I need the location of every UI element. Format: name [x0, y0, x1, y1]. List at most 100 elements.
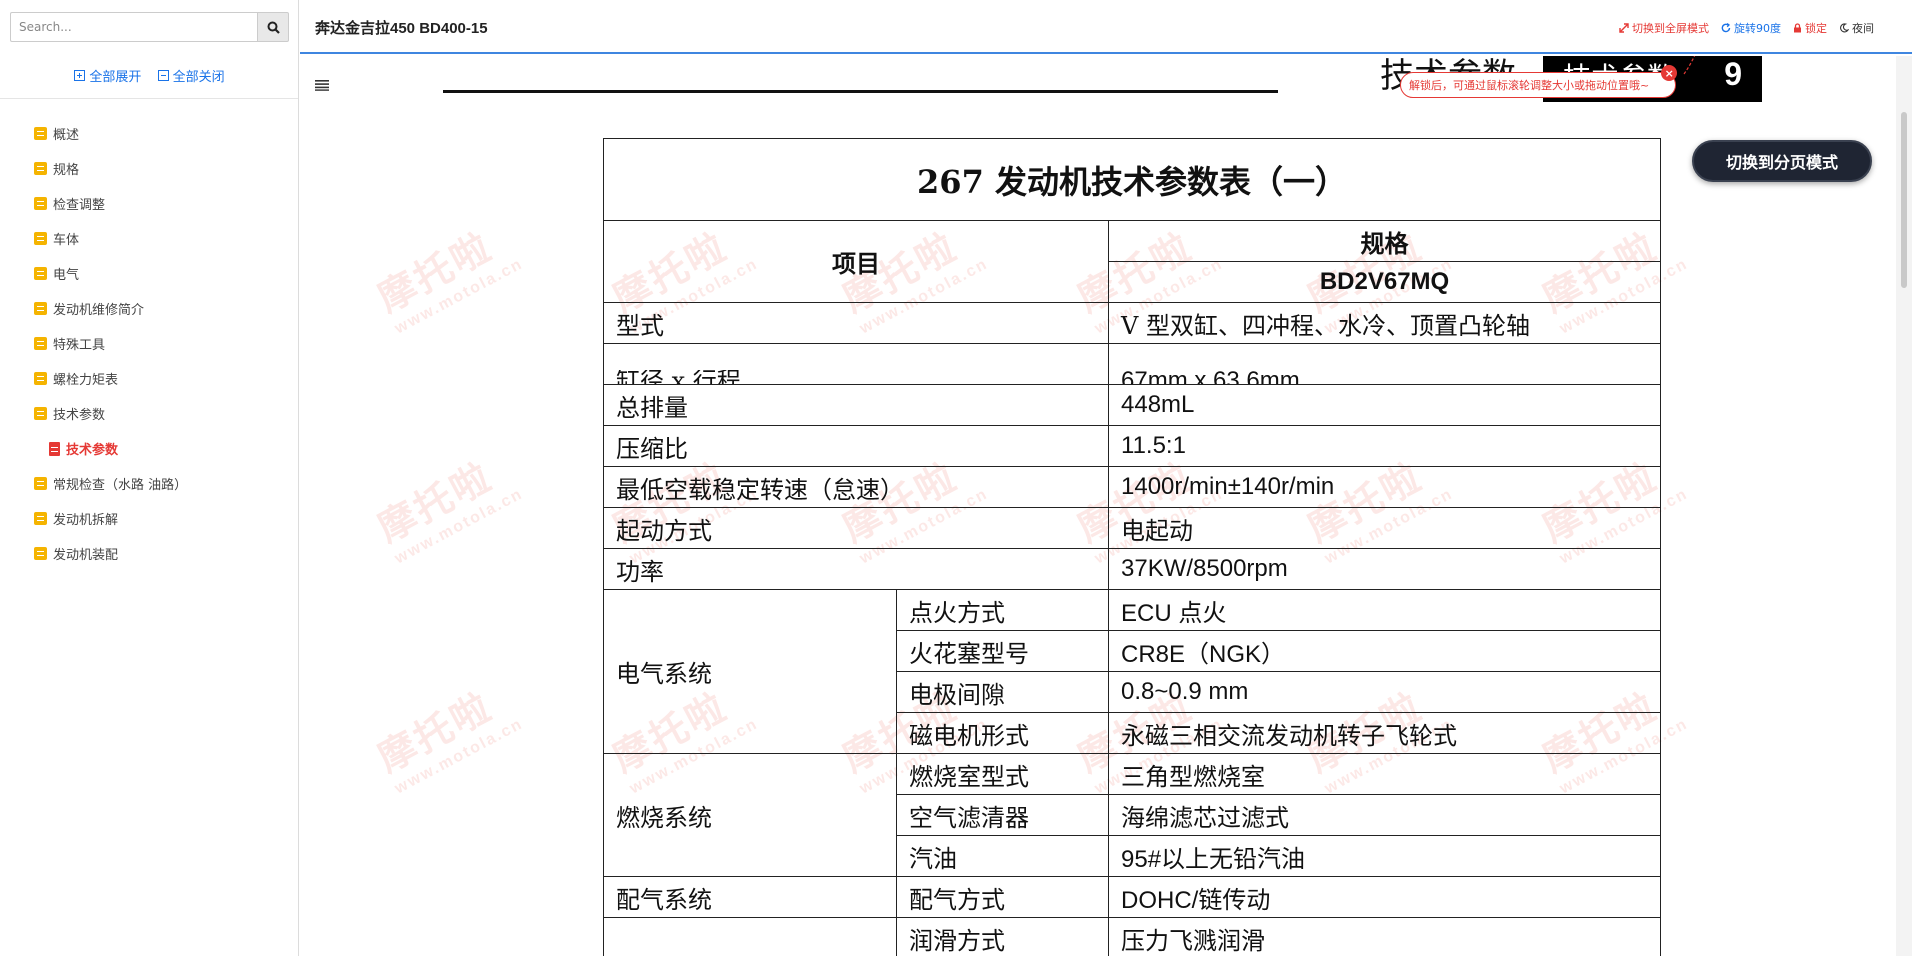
table-row: 型式 V 型双缸、四冲程、水冷、顶置凸轮轴: [603, 302, 1662, 344]
tooltip-pointer-icon: [1683, 56, 1696, 75]
watermark: 摩托啦 www.motola.cn: [371, 455, 527, 568]
document-viewer[interactable]: 摩托啦 www.motola.cn 摩托啦 www.motola.cn 摩托啦 www…: [300, 56, 1896, 956]
tree-item-electrical[interactable]: 电气: [34, 256, 187, 291]
search-button[interactable]: [257, 12, 289, 42]
row-label: 最低空载稳定转速（怠速）: [603, 466, 1109, 508]
unlock-tooltip: 解锁后，可通过鼠标滚轮调整大小或拖动位置哦~ ×: [1400, 65, 1678, 98]
search-input[interactable]: [10, 12, 257, 42]
table-row: 缸径 x 行程 67mm x 63.6mm: [603, 343, 1662, 385]
table-row: 燃烧系统 燃烧室型式 三角型燃烧室: [603, 753, 1662, 877]
watermark: 摩托啦 www.motola.cn: [371, 225, 527, 338]
search-box: [10, 12, 289, 42]
tree-item-tech-params[interactable]: 技术参数: [34, 396, 187, 431]
folder-icon: [34, 232, 47, 245]
row-value: 三角型燃烧室: [1107, 753, 1662, 795]
expand-all-button[interactable]: 全部展开: [74, 66, 141, 85]
rotate-button[interactable]: 旋转90度: [1721, 20, 1781, 36]
tree-item-engine-intro[interactable]: 发动机维修简介: [34, 291, 187, 326]
tree-item-label: 技术参数: [53, 408, 106, 423]
row-label: 火花塞型号: [896, 630, 1109, 672]
table-row: 压缩比 11.5:1: [603, 425, 1662, 467]
plus-square-icon: [74, 70, 86, 81]
tree-item-specs[interactable]: 规格: [34, 151, 187, 186]
model-code: BD2V67MQ: [1107, 261, 1662, 303]
row-value: 95#以上无铅汽油: [1107, 835, 1662, 877]
engine-spec-table: 267 发动机技术参数表（一） 项目 规格 BD2V67MQ 型式 V 型双缸、…: [602, 138, 1662, 956]
row-label: 空气滤清器: [896, 794, 1109, 836]
row-label: 润滑方式: [896, 917, 1109, 956]
folder-icon: [34, 372, 47, 385]
row-value: 海绵滤芯过滤式: [1107, 794, 1662, 836]
tree-item-routine-check[interactable]: 常规检查（水路 油路）: [34, 466, 187, 501]
lock-icon: [1794, 23, 1801, 33]
rotate-icon: [1721, 23, 1731, 33]
row-value: 压力飞溅润滑: [1107, 917, 1662, 956]
sidebar: 全部展开 全部关闭 概述 规格 检查调整 车体 电气 发动机维修简介 特殊工具 …: [0, 0, 299, 956]
expand-arrows-icon: [1619, 23, 1629, 33]
collapse-all-button[interactable]: 全部关闭: [157, 66, 225, 85]
row-value: DOHC/链传动: [1107, 876, 1662, 918]
tooltip-close-button[interactable]: ×: [1661, 65, 1678, 81]
row-label: 缸径 x 行程: [616, 370, 741, 385]
night-mode-button[interactable]: 夜间: [1839, 20, 1874, 36]
page-title: 奔达金吉拉450 BD400-15: [315, 20, 488, 37]
tree-item-label: 发动机维修简介: [53, 303, 145, 318]
tree-item-label: 发动机装配: [53, 548, 119, 563]
row-label: 功率: [603, 548, 1109, 590]
chapter-tree: 概述 规格 检查调整 车体 电气 发动机维修简介 特殊工具 螺栓力矩表 技术参数…: [34, 116, 187, 571]
header-actions: 切换到全屏模式 旋转90度 锁定 夜间: [1607, 20, 1874, 36]
row-value: ECU 点火: [1107, 589, 1662, 631]
close-icon: ×: [1664, 66, 1674, 80]
top-header: 奔达金吉拉450 BD400-15 切换到全屏模式 旋转90度 锁定 夜间: [300, 0, 1912, 54]
night-mode-label: 夜间: [1852, 22, 1874, 35]
toggle-sidebar-button[interactable]: [315, 76, 329, 95]
group-label: 燃烧系统: [603, 753, 897, 877]
folder-icon: [34, 162, 47, 175]
folder-icon: [34, 547, 47, 560]
lock-button[interactable]: 锁定: [1793, 20, 1827, 36]
scrollbar-thumb[interactable]: [1901, 112, 1907, 288]
tree-item-label: 螺栓力矩表: [53, 373, 119, 388]
tree-item-label: 特殊工具: [53, 338, 106, 353]
tree-item-overview[interactable]: 概述: [34, 116, 187, 151]
folder-icon: [34, 127, 47, 140]
tree-item-torque[interactable]: 螺栓力矩表: [34, 361, 187, 396]
tree-item-assembly[interactable]: 发动机装配: [34, 536, 187, 571]
group-label: 配气系统: [603, 876, 897, 918]
row-value: 37KW/8500rpm: [1107, 548, 1662, 590]
folder-icon: [34, 197, 47, 210]
page-header-rule: [443, 90, 1278, 93]
table-row: 电气系统 点火方式 ECU 点火: [603, 589, 1662, 754]
row-label: 燃烧室型式: [896, 753, 1109, 795]
tree-item-body[interactable]: 车体: [34, 221, 187, 256]
row-label: 型式: [603, 302, 1109, 344]
tree-item-label: 规格: [53, 163, 80, 178]
table-row: 总排量 448mL: [603, 384, 1662, 426]
tree-item-inspection[interactable]: 检查调整: [34, 186, 187, 221]
hamburger-menu-icon: [315, 80, 329, 91]
folder-icon: [34, 302, 47, 315]
expand-all-label: 全部展开: [89, 70, 142, 85]
table-title: 267 发动机技术参数表（一）: [602, 138, 1662, 221]
tree-item-label: 检查调整: [53, 198, 106, 213]
tree-item-disassembly[interactable]: 发动机拆解: [34, 501, 187, 536]
lock-label: 锁定: [1805, 22, 1827, 35]
tree-item-tech-params-page[interactable]: 技术参数: [34, 431, 187, 466]
tree-item-label: 电气: [53, 268, 80, 283]
tree-item-special-tools[interactable]: 特殊工具: [34, 326, 187, 361]
row-label: 配气方式: [896, 876, 1109, 918]
fullscreen-label: 切换到全屏模式: [1632, 22, 1709, 35]
tree-item-label: 概述: [53, 128, 80, 143]
vertical-scrollbar[interactable]: [1896, 56, 1912, 956]
folder-icon: [34, 477, 47, 490]
folder-icon: [34, 512, 47, 525]
tree-item-label: 发动机拆解: [53, 513, 119, 528]
table-row: 功率 37KW/8500rpm: [603, 548, 1662, 590]
app-root: 全部展开 全部关闭 概述 规格 检查调整 车体 电气 发动机维修简介 特殊工具 …: [0, 0, 1912, 956]
row-value: 11.5:1: [1107, 425, 1662, 467]
row-value: 永磁三相交流发动机转子飞轮式: [1107, 712, 1662, 754]
switch-page-mode-button[interactable]: 切换到分页模式: [1692, 140, 1872, 182]
fullscreen-button[interactable]: 切换到全屏模式: [1619, 20, 1709, 36]
table-row: 最低空载稳定转速（怠速） 1400r/min±140r/min: [603, 466, 1662, 508]
row-label: 点火方式: [896, 589, 1109, 631]
